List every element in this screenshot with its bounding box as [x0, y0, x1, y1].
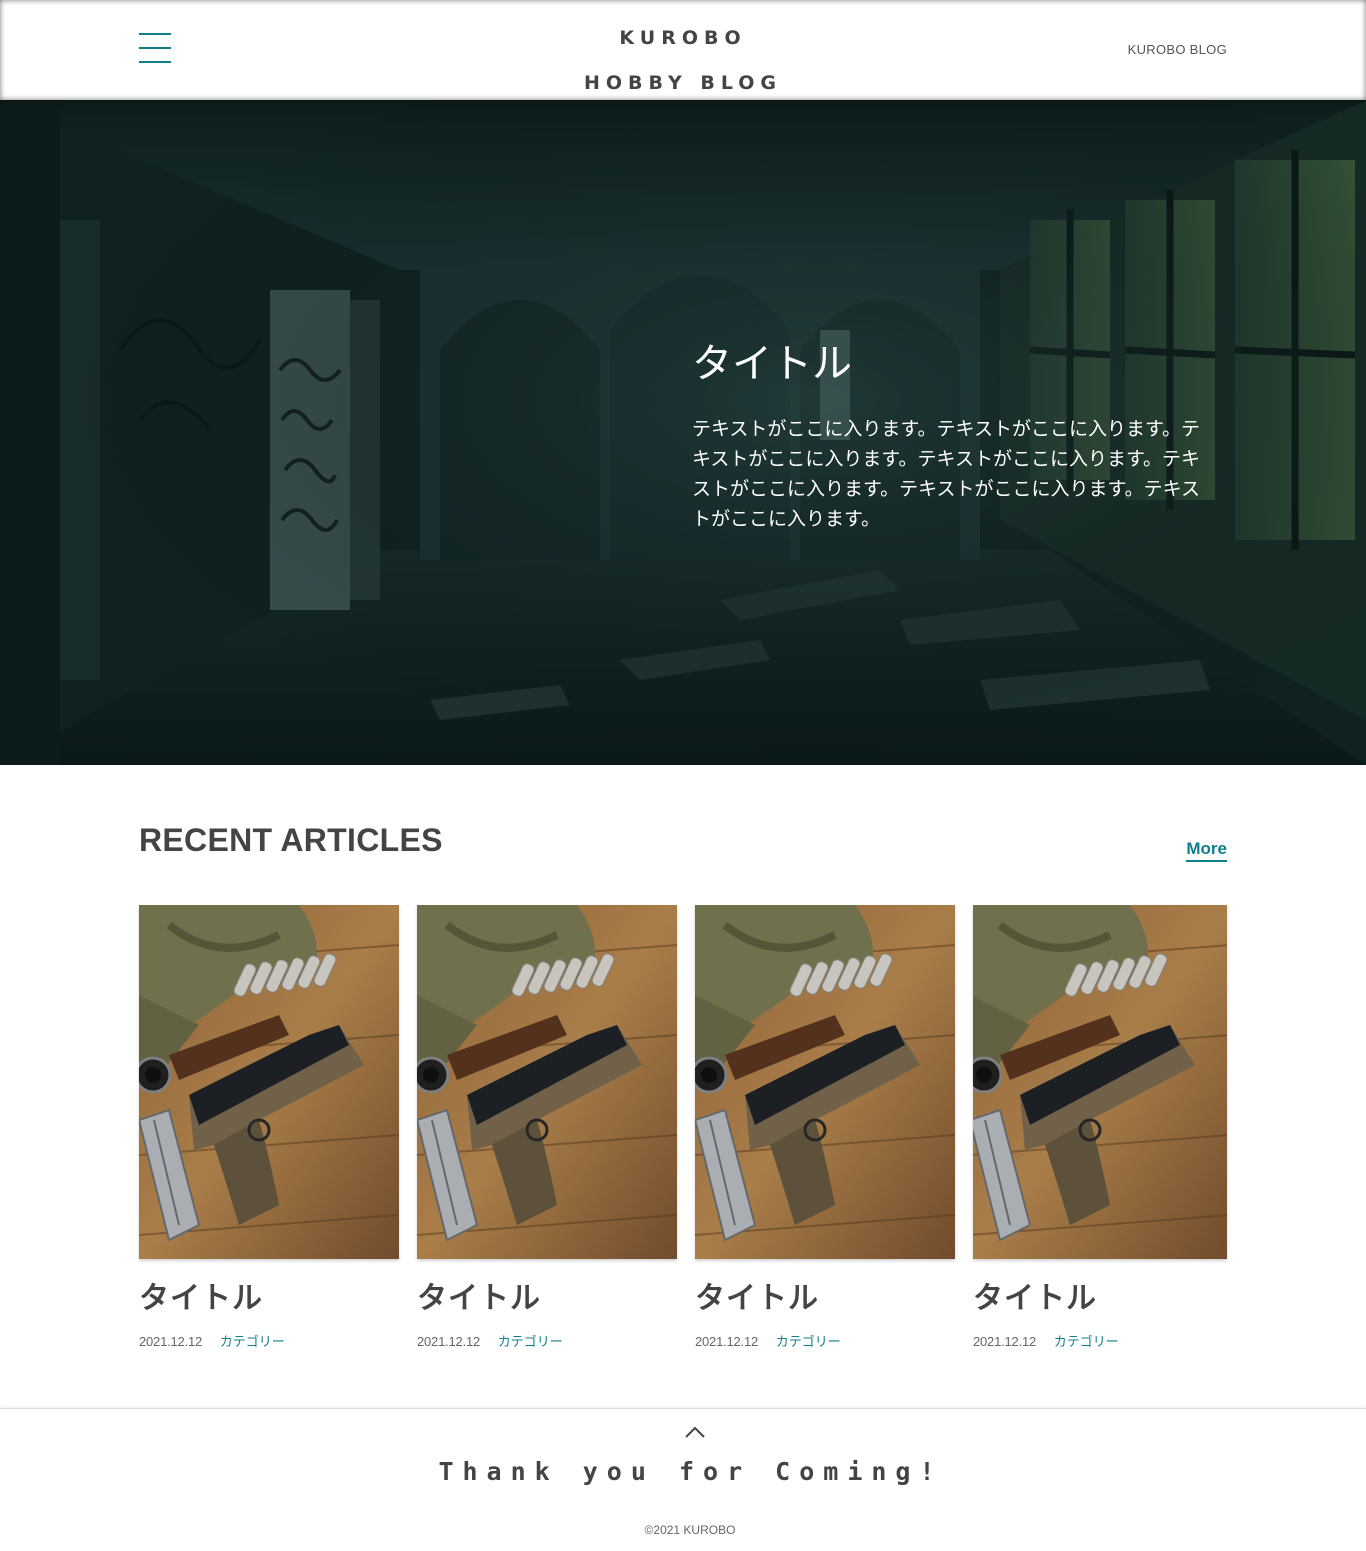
hamburger-line — [139, 47, 171, 49]
article-category-link[interactable]: カテゴリー — [498, 1334, 563, 1349]
article-card[interactable]: タイトル 2021.12.12 カテゴリー — [139, 905, 399, 1350]
article-meta: 2021.12.12 カテゴリー — [139, 1331, 399, 1350]
header-blog-link[interactable]: KUROBO BLOG — [1128, 42, 1227, 57]
article-card[interactable]: タイトル 2021.12.12 カテゴリー — [973, 905, 1227, 1350]
copyright-text: ©2021 KUROBO — [644, 1523, 736, 1537]
article-category-link[interactable]: カテゴリー — [220, 1334, 285, 1349]
hero-text-block: タイトル テキストがここに入ります。テキストがここに入ります。テキストがここに入… — [692, 338, 1252, 534]
article-title[interactable]: タイトル — [695, 1279, 955, 1319]
logo-line-2: HOBBY BLOG — [583, 72, 782, 94]
article-card[interactable]: タイトル 2021.12.12 カテゴリー — [695, 905, 955, 1350]
hamburger-line — [139, 61, 171, 63]
article-category-link[interactable]: カテゴリー — [776, 1334, 841, 1349]
article-title[interactable]: タイトル — [973, 1279, 1227, 1319]
article-thumbnail[interactable] — [973, 905, 1227, 1259]
article-thumbnail[interactable] — [417, 905, 677, 1259]
footer-message: Thank you for Coming! — [438, 1457, 944, 1486]
hamburger-menu-icon[interactable] — [139, 33, 171, 65]
logo-line-1: KUROBO — [619, 27, 747, 49]
site-footer: Thank you for Coming! ©2021 KUROBO — [0, 1408, 1366, 1551]
article-date: 2021.12.12 — [973, 1334, 1037, 1349]
chevron-up-icon[interactable] — [682, 1421, 708, 1443]
more-link[interactable]: More — [1186, 839, 1227, 862]
article-category-link[interactable]: カテゴリー — [1054, 1334, 1119, 1349]
article-title[interactable]: タイトル — [417, 1279, 677, 1319]
article-thumbnail[interactable] — [695, 905, 955, 1259]
hero-body-text: テキストがここに入ります。テキストがここに入ります。テキストがここに入ります。テ… — [692, 418, 1201, 530]
recent-articles-heading: RECENT ARTICLES — [139, 822, 443, 858]
article-meta: 2021.12.12 カテゴリー — [695, 1331, 955, 1350]
hamburger-line — [139, 33, 171, 35]
site-header: KUROBO HOBBY BLOG KUROBO BLOG — [0, 0, 1366, 100]
article-date: 2021.12.12 — [139, 1334, 203, 1349]
article-meta: 2021.12.12 カテゴリー — [973, 1331, 1227, 1350]
article-title[interactable]: タイトル — [139, 1279, 399, 1319]
site-logo[interactable]: KUROBO HOBBY BLOG — [533, 16, 833, 106]
hero-section: タイトル テキストがここに入ります。テキストがここに入ります。テキストがここに入… — [0, 100, 1366, 765]
article-date: 2021.12.12 — [417, 1334, 481, 1349]
hero-title: タイトル — [692, 341, 852, 387]
article-card[interactable]: タイトル 2021.12.12 カテゴリー — [417, 905, 677, 1350]
article-date: 2021.12.12 — [695, 1334, 759, 1349]
article-meta: 2021.12.12 カテゴリー — [417, 1331, 677, 1350]
article-thumbnail[interactable] — [139, 905, 399, 1259]
